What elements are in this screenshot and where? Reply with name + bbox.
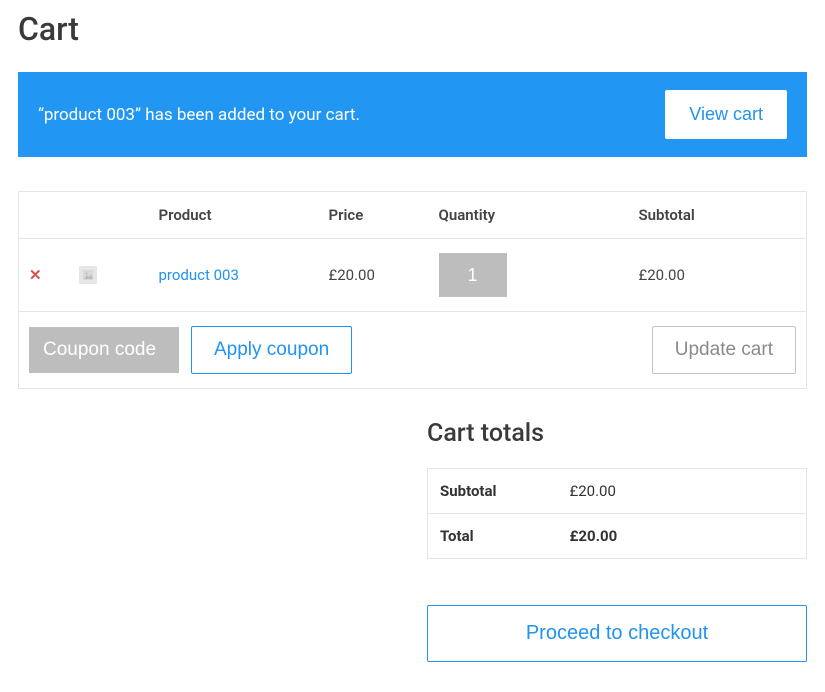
header-remove: [19, 192, 69, 239]
view-cart-button[interactable]: View cart: [665, 90, 787, 139]
header-quantity: Quantity: [429, 192, 629, 239]
product-subtotal: £20.00: [629, 239, 807, 312]
cart-totals-section: Cart totals Subtotal £20.00 Total £20.00…: [427, 419, 807, 662]
total-label: Total: [428, 514, 558, 559]
cart-totals-heading: Cart totals: [427, 419, 807, 448]
update-cart-button[interactable]: Update cart: [652, 326, 796, 374]
table-row: ✕ product 003 £20.00 £20.00: [19, 239, 807, 312]
header-product: Product: [149, 192, 319, 239]
cart-totals-table: Subtotal £20.00 Total £20.00: [427, 468, 807, 559]
added-to-cart-notice: “product 003” has been added to your car…: [18, 72, 807, 157]
proceed-to-checkout-button[interactable]: Proceed to checkout: [427, 605, 807, 662]
page-title: Cart: [18, 10, 807, 48]
apply-coupon-button[interactable]: Apply coupon: [191, 326, 352, 374]
subtotal-label: Subtotal: [428, 469, 558, 514]
product-price: £20.00: [319, 239, 429, 312]
remove-item-button[interactable]: ✕: [29, 266, 42, 284]
cart-table: Product Price Quantity Subtotal ✕ produc…: [18, 191, 807, 389]
subtotal-value: £20.00: [558, 469, 807, 514]
notice-message: “product 003” has been added to your car…: [38, 105, 360, 125]
quantity-input[interactable]: [439, 253, 507, 297]
product-image-placeholder-icon: [79, 266, 97, 284]
header-price: Price: [319, 192, 429, 239]
coupon-code-input[interactable]: [29, 327, 179, 373]
header-thumbnail: [69, 192, 149, 239]
product-name-link[interactable]: product 003: [159, 266, 239, 284]
header-subtotal: Subtotal: [629, 192, 807, 239]
total-value: £20.00: [558, 514, 807, 559]
